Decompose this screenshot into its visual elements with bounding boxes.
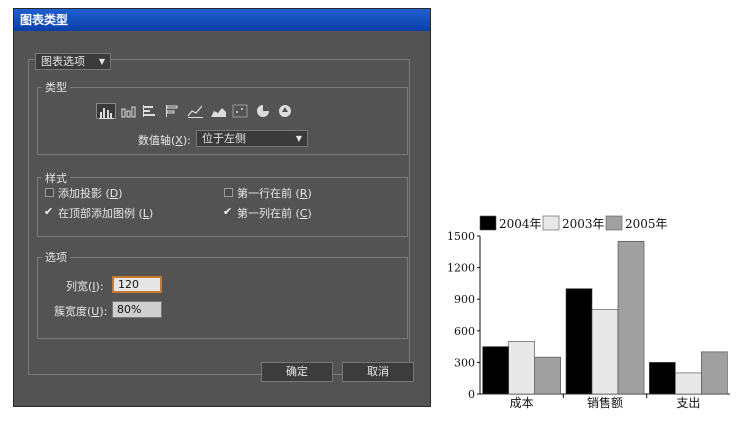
chevron-down-icon: ▼: [98, 57, 105, 66]
checkmark-icon: ✔: [223, 205, 233, 218]
options-group: [37, 257, 408, 339]
stacked-column-chart-icon[interactable]: [119, 103, 139, 119]
x-tick-label: 成本: [510, 396, 534, 410]
legend-swatch: [479, 215, 497, 231]
bar: [591, 309, 619, 395]
cancel-button[interactable]: 取消: [342, 362, 414, 382]
checkmark-icon: ✔: [44, 205, 54, 218]
bar: [649, 362, 676, 395]
y-tick-label: 300: [454, 356, 475, 369]
bar-chart-icon[interactable]: [141, 103, 161, 119]
chevron-down-icon: ▼: [295, 134, 302, 143]
y-tick-label: 0: [468, 388, 475, 401]
chart-options-menu[interactable]: 图表选项 ▼: [35, 53, 111, 70]
column-chart-icon[interactable]: [96, 103, 116, 119]
type-group-label: 类型: [42, 79, 70, 95]
radar-chart-icon[interactable]: [276, 103, 296, 119]
first-row-in-front-label: 第一行在前 (R): [237, 187, 312, 200]
y-tick-label: 1500: [447, 230, 475, 243]
options-group-label: 选项: [42, 249, 70, 265]
y-tick-label: 1200: [447, 262, 475, 275]
chart-type-dialog: 图表类型 图表选项 ▼ 类型 数值轴(X): 位于左侧 ▼ 样式 添加投影 (D…: [13, 8, 431, 407]
bar-chart: 2004年 2003年 2005年 0 300 600 900 1200 1500 成本 销售额 支出: [447, 215, 730, 410]
y-tick-label: 900: [454, 293, 475, 306]
legend-label: 2005年: [625, 217, 668, 231]
column-width-label: 列宽(I):: [66, 280, 104, 293]
chart-options-menu-label: 图表选项: [41, 55, 85, 68]
bar: [701, 351, 728, 395]
bar: [565, 288, 593, 395]
cluster-width-label: 簇宽度(U):: [54, 305, 108, 318]
scatter-chart-icon[interactable]: [231, 103, 251, 119]
legend-label: 2003年: [562, 217, 605, 231]
bar: [508, 341, 535, 395]
add-legend-top-label: 在顶部添加图例 (L): [58, 207, 154, 220]
bar: [482, 346, 509, 395]
x-tick-label: 销售额: [587, 395, 623, 410]
legend-swatch: [542, 215, 560, 231]
legend-label: 2004年: [499, 217, 542, 231]
bar: [534, 356, 561, 395]
y-tick-label: 600: [454, 325, 475, 338]
style-group-label: 样式: [42, 170, 70, 186]
add-shadow-label: 添加投影 (D): [58, 187, 123, 200]
bar: [617, 240, 645, 395]
column-width-input[interactable]: 120: [112, 276, 162, 293]
area-chart-icon[interactable]: [209, 103, 229, 119]
stacked-bar-chart-icon[interactable]: [164, 103, 184, 119]
first-column-in-front-label: 第一列在前 (C): [237, 207, 312, 220]
x-tick-label: 支出: [676, 396, 700, 410]
pie-chart-icon[interactable]: [254, 103, 274, 119]
bar: [675, 372, 702, 395]
value-axis-value: 位于左侧: [202, 132, 246, 145]
ok-button[interactable]: 确定: [261, 362, 333, 382]
dialog-title: 图表类型: [14, 9, 430, 31]
dialog-content: 图表选项 ▼ 类型 数值轴(X): 位于左侧 ▼ 样式 添加投影 (D) 第一行在…: [14, 31, 430, 406]
line-chart-icon[interactable]: [186, 103, 206, 119]
value-axis-select[interactable]: 位于左侧 ▼: [196, 130, 308, 147]
first-row-in-front-checkbox[interactable]: [224, 188, 233, 197]
cluster-width-input[interactable]: 80%: [112, 301, 162, 318]
value-axis-label: 数值轴(X):: [138, 134, 191, 147]
legend-swatch: [605, 215, 623, 231]
add-shadow-checkbox[interactable]: [45, 188, 54, 197]
